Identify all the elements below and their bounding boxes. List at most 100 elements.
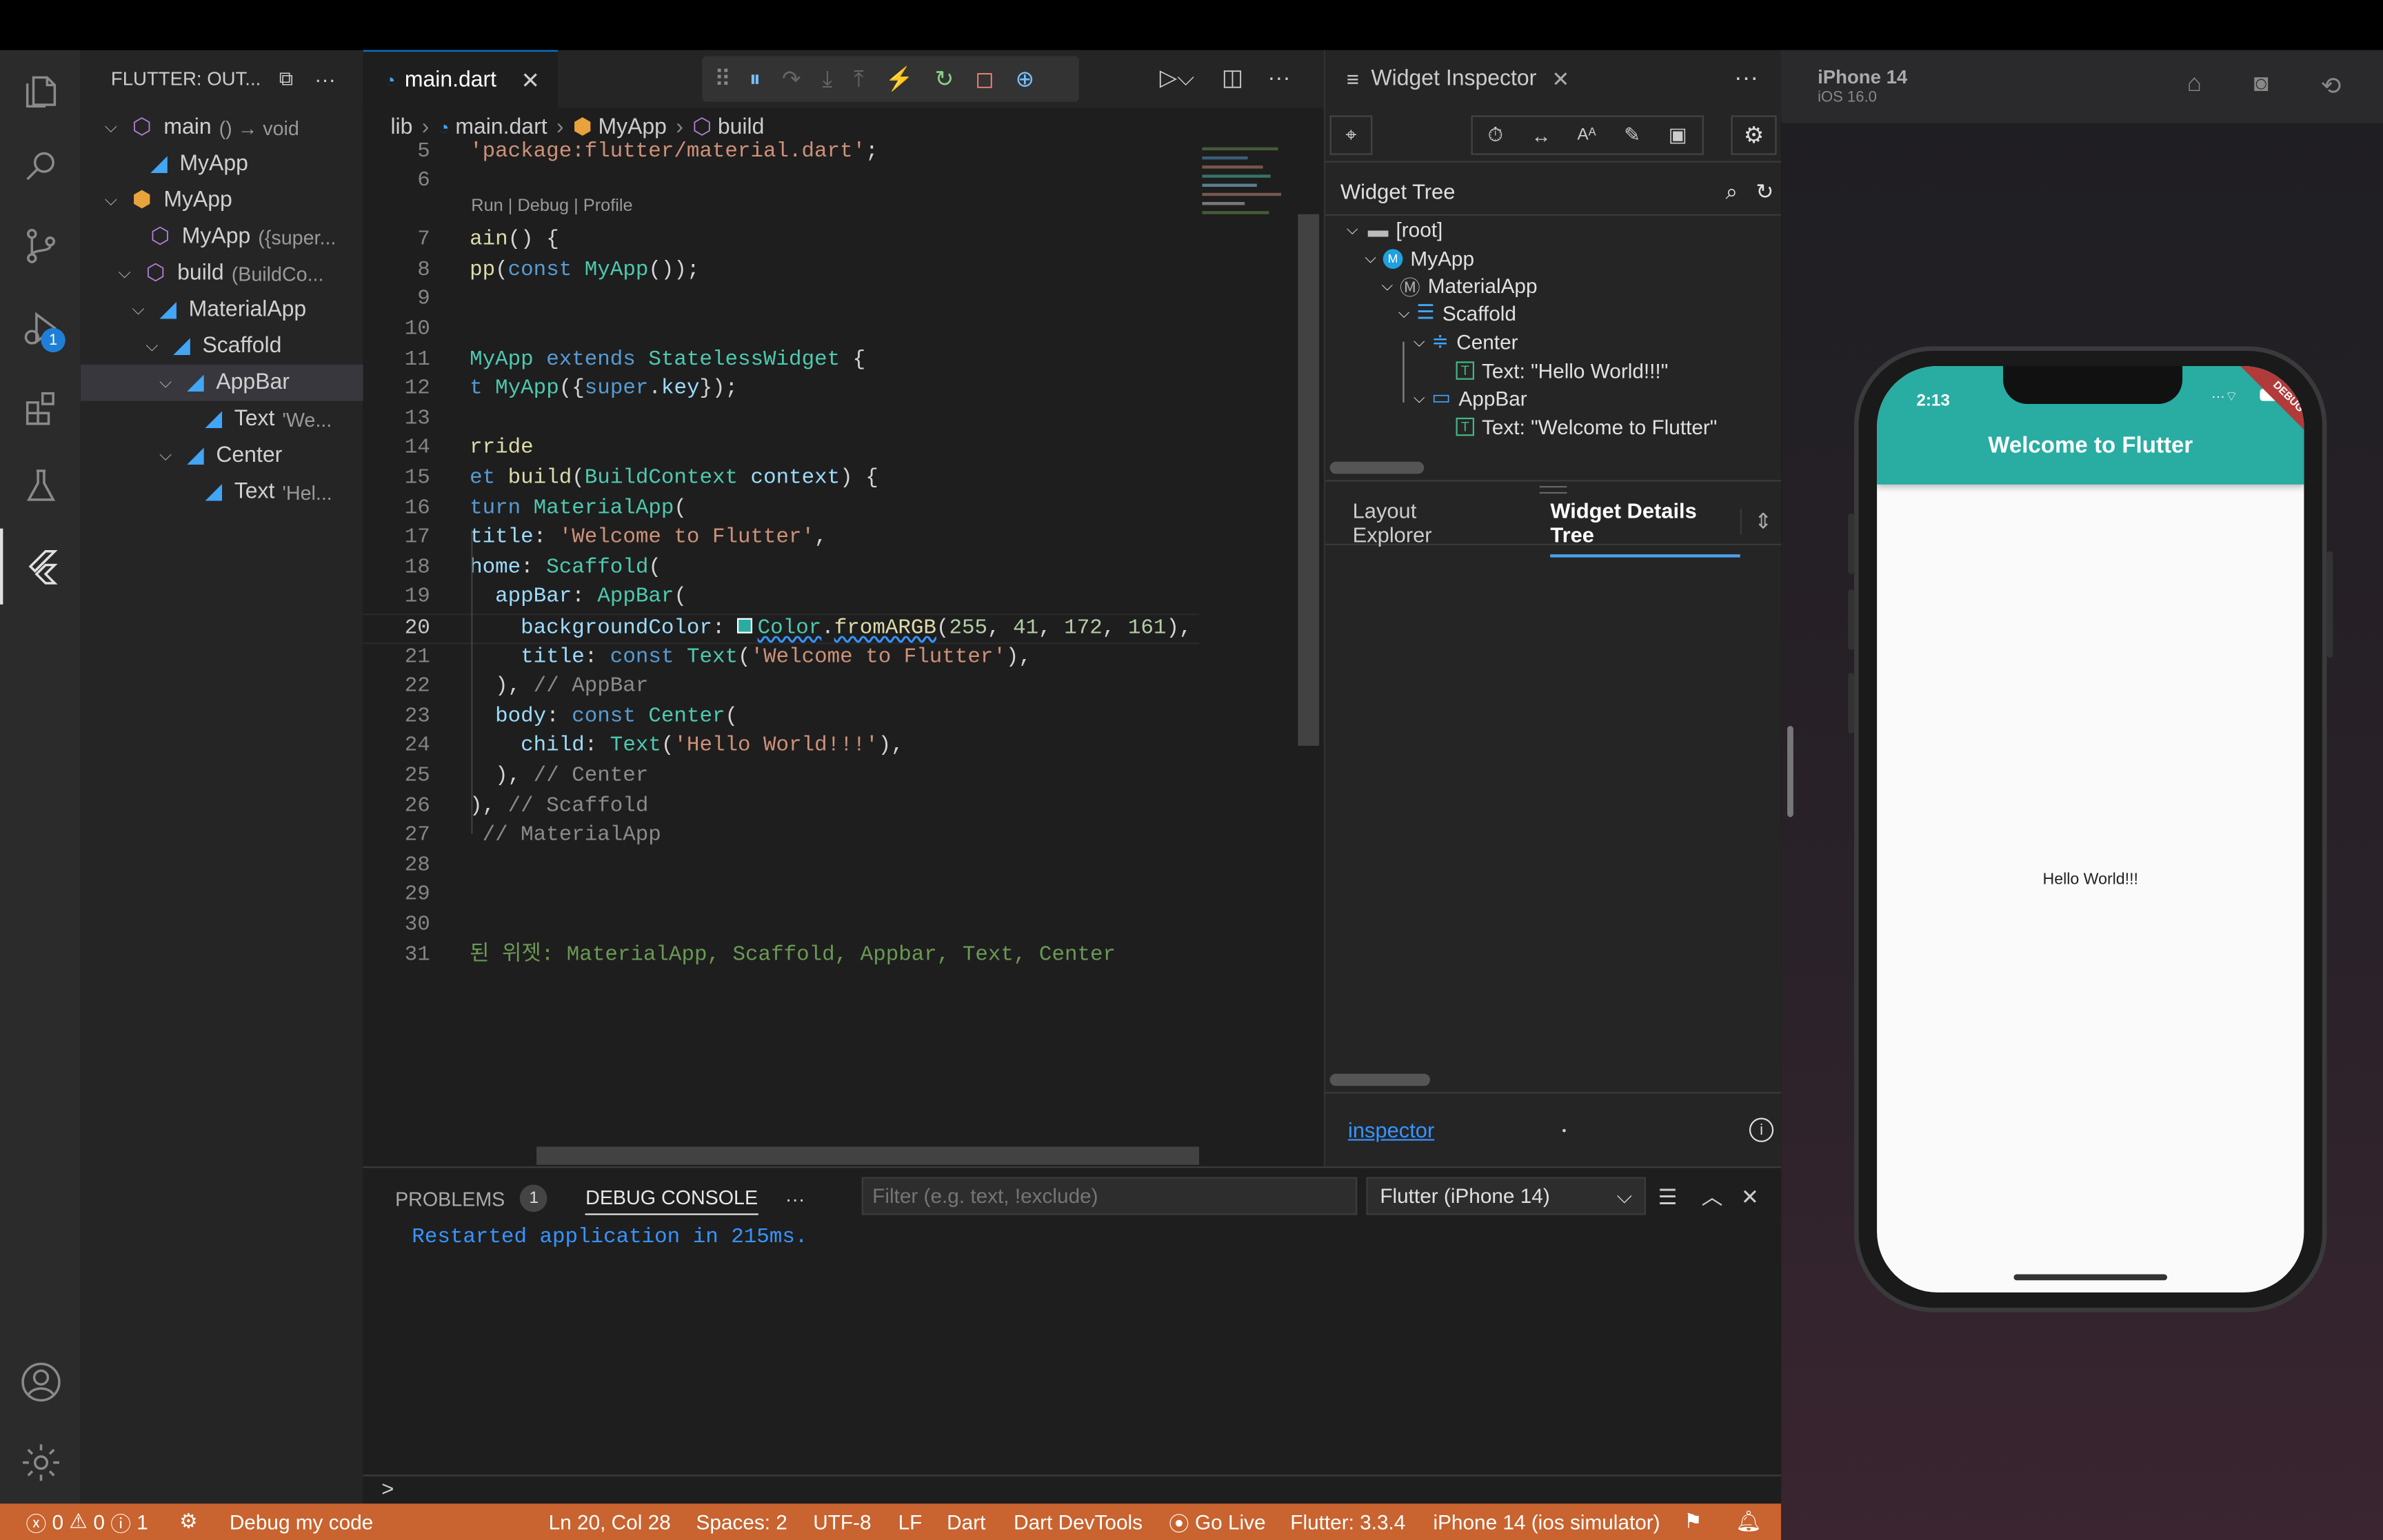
hot-reload-icon[interactable]: ⚡ — [885, 65, 914, 92]
split-editor-icon[interactable]: ◫ — [1222, 64, 1243, 91]
breadcrumb-lib[interactable]: lib — [390, 115, 412, 139]
clear-console-icon[interactable]: ☰ — [1658, 1184, 1678, 1209]
extensions-icon[interactable] — [0, 371, 81, 447]
inspector-more-icon[interactable]: ··· — [1734, 65, 1758, 93]
vertical-scrollbar[interactable] — [1298, 214, 1320, 746]
home-icon[interactable]: ⌂ — [2187, 72, 2202, 99]
invert-images-icon[interactable]: ▣ — [1655, 123, 1700, 147]
outline-item-text-hello[interactable]: ◢ Text 'Hel... — [81, 474, 363, 510]
device-status[interactable]: iPhone 14 (ios simulator) — [1433, 1503, 1660, 1540]
device-select[interactable]: Flutter (iPhone 14) ⌵ — [1366, 1177, 1647, 1215]
outline-item-myapp-call[interactable]: ◢ MyApp — [81, 146, 363, 183]
maximize-panel-icon[interactable]: ︿ — [1702, 1182, 1723, 1212]
chevron-down-icon[interactable]: ⌵ — [140, 336, 164, 356]
tab-main-dart[interactable]: ◔ main.dart ✕ — [363, 50, 558, 108]
pause-icon[interactable]: ⏸ — [750, 66, 761, 92]
tab-debug-console[interactable]: DEBUG CONSOLE — [585, 1182, 758, 1215]
outline-item-center[interactable]: ⌵ ◢ Center — [81, 438, 363, 474]
tree-scrollbar[interactable] — [1329, 461, 1425, 474]
step-out-icon[interactable]: ⤒ — [854, 66, 864, 92]
dart-devtools[interactable]: Dart DevTools — [1014, 1503, 1143, 1540]
flutter-version[interactable]: Flutter: 3.3.4 — [1290, 1503, 1405, 1540]
outline-item-materialapp[interactable]: ⌵ ◢ MaterialApp — [81, 292, 363, 328]
phone-screen[interactable]: 2:13 ···⌔ DEBUG Welcome to Flutter Hello… — [1877, 365, 2304, 1293]
outline-item-build[interactable]: ⌵ ⬡ build (BuildCo... — [81, 255, 363, 292]
tab-problems[interactable]: PROBLEMS — [395, 1187, 505, 1210]
horizontal-scrollbar[interactable] — [536, 1146, 1200, 1165]
tree-node-text-welcome[interactable]: T Text: "Welcome to Flutter" — [1456, 413, 1717, 440]
rotate-icon[interactable]: ⟲ — [2321, 72, 2342, 102]
chevron-down-icon[interactable]: ⌵ — [154, 446, 178, 466]
feedback-icon[interactable]: ⚑ — [1684, 1503, 1702, 1540]
run-debug-icon[interactable]: 1 — [0, 290, 81, 366]
restart-icon[interactable]: ↻ — [935, 65, 954, 92]
debug-config[interactable]: Debug my code — [230, 1503, 373, 1540]
info-icon[interactable]: i — [1749, 1117, 1774, 1142]
tree-node-scaffold[interactable]: ⌵ ☰ Scaffold — [1398, 299, 1516, 327]
slow-animations-icon[interactable]: ⏱ — [1473, 123, 1518, 147]
home-indicator[interactable] — [2013, 1274, 2168, 1281]
source-control-icon[interactable] — [0, 208, 81, 284]
open-devtools-icon[interactable]: ⊕ — [1016, 65, 1035, 92]
encoding[interactable]: UTF-8 — [813, 1503, 871, 1540]
inspector-settings-icon[interactable]: ⚙ — [1731, 115, 1777, 155]
breadcrumb-class[interactable]: MyApp — [598, 115, 666, 139]
language-mode[interactable]: Dart — [947, 1503, 985, 1540]
notifications-bell-icon[interactable]: 🔔︎ — [1736, 1503, 1762, 1540]
outline-item-appbar[interactable]: ⌵ ◢ AppBar — [80, 364, 363, 401]
console-prompt[interactable]: > — [381, 1477, 394, 1501]
chevron-down-icon[interactable]: ⌵ — [112, 263, 137, 283]
tab-widget-inspector[interactable]: Widget Inspector — [1371, 67, 1536, 91]
tree-node-text-hello[interactable]: T Text: "Hello World!!!" — [1456, 357, 1668, 385]
close-tab-icon[interactable]: ✕ — [1551, 66, 1569, 92]
outline-item-scaffold[interactable]: ⌵ ◢ Scaffold — [81, 328, 363, 365]
tab-layout-explorer[interactable]: Layout Explorer — [1353, 498, 1498, 547]
breadcrumb-file[interactable]: main.dart — [455, 115, 547, 139]
flutter-icon[interactable] — [0, 528, 81, 605]
problems-status[interactable]: ⓧ 0 ⚠ 0 ⓘ 1 — [26, 1503, 148, 1540]
code-area[interactable]: 5'package:flutter/material.dart'; 6 Run … — [363, 138, 1324, 1149]
close-panel-icon[interactable]: ✕ — [1741, 1184, 1759, 1209]
refresh-outline-icon[interactable]: ⧉ — [279, 67, 293, 91]
line-ending[interactable]: LF — [898, 1503, 923, 1540]
tree-node-root[interactable]: ⌵ ▬ [root] — [1347, 216, 1442, 243]
tree-node-materialapp[interactable]: ⌵ Ⓜ MaterialApp — [1382, 272, 1538, 299]
go-live[interactable]: ⦿ Go Live — [1169, 1503, 1266, 1540]
tree-node-appbar[interactable]: ⌵ ▭ AppBar — [1414, 384, 1527, 412]
details-scrollbar[interactable] — [1329, 1073, 1431, 1086]
tree-node-center[interactable]: ⌵ ≑ Center — [1414, 328, 1518, 356]
search-icon[interactable] — [0, 129, 81, 205]
outline-item-constructor[interactable]: ⬡ MyApp ({super... — [81, 219, 363, 255]
settings-gear-icon[interactable] — [0, 1425, 81, 1501]
indentation[interactable]: Spaces: 2 — [696, 1503, 787, 1540]
guidelines-icon[interactable]: ↔ — [1518, 124, 1564, 147]
repaint-rainbow-icon[interactable]: ✎ — [1609, 123, 1655, 147]
chevron-down-icon[interactable]: ⌵ — [154, 373, 178, 393]
outline-item-myapp-class[interactable]: ⌵ ⬢ MyApp — [81, 182, 363, 219]
minimap[interactable] — [1202, 144, 1299, 235]
step-over-icon[interactable]: ↷ — [782, 65, 801, 92]
cursor-position[interactable]: Ln 20, Col 28 — [549, 1503, 671, 1540]
explorer-icon[interactable] — [0, 53, 81, 129]
outline-item-main[interactable]: ⌵ ⬡ main() → void — [81, 110, 363, 146]
tree-node-myapp[interactable]: ⌵ M MyApp — [1365, 245, 1474, 272]
more-actions-icon[interactable]: ··· — [314, 67, 336, 91]
debug-status-icon[interactable]: ⚙ — [179, 1503, 198, 1540]
editor-more-icon[interactable]: ··· — [1267, 65, 1290, 90]
chevron-down-icon[interactable]: ⌵ — [99, 191, 123, 211]
search-icon[interactable]: ⌕ — [1726, 179, 1738, 204]
chevron-down-icon[interactable]: ⌵ — [126, 300, 150, 320]
window-resize-handle[interactable] — [1787, 726, 1793, 818]
screenshot-icon[interactable]: ◙ — [2254, 72, 2269, 99]
select-widget-mode-icon[interactable]: ⌖ — [1329, 115, 1373, 155]
inspector-link[interactable]: inspector — [1348, 1118, 1434, 1142]
breadcrumb-method[interactable]: build — [718, 115, 765, 139]
close-tab-icon[interactable]: ✕ — [521, 66, 540, 93]
step-into-icon[interactable]: ⤓ — [823, 66, 833, 92]
baselines-icon[interactable]: Aᴬ — [1564, 126, 1609, 144]
codelens-run-debug-profile[interactable]: Run | Debug | Profile — [471, 197, 632, 215]
account-icon[interactable] — [0, 1344, 81, 1420]
drag-handle-icon[interactable]: ⠿ — [714, 65, 731, 92]
chevron-down-icon[interactable]: ⌵ — [99, 118, 123, 138]
tab-widget-details-tree[interactable]: Widget Details Tree — [1550, 487, 1741, 557]
